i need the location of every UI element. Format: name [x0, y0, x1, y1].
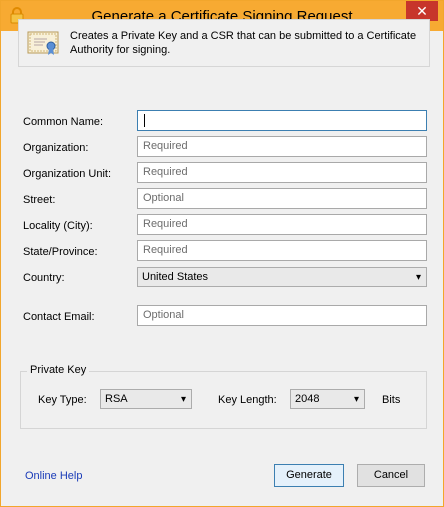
locality-placeholder: Required: [143, 218, 188, 230]
contact-email-input[interactable]: Optional: [137, 305, 427, 326]
street-placeholder: Optional: [143, 192, 184, 204]
common-name-input[interactable]: [137, 110, 427, 131]
close-button[interactable]: ✕: [406, 1, 438, 21]
csr-dialog: Generate a Certificate Signing Request ✕…: [0, 0, 444, 507]
contact-email-placeholder: Optional: [143, 309, 184, 321]
private-key-group-label: Private Key: [27, 364, 90, 376]
banner-description: Creates a Private Key and a CSR that can…: [70, 30, 417, 56]
locality-label: Locality (City):: [23, 220, 93, 232]
certificate-icon: [27, 31, 59, 55]
key-length-label: Key Length:: [218, 394, 277, 406]
chevron-down-icon: ▾: [353, 394, 359, 405]
country-select[interactable]: United States ▾: [137, 267, 427, 287]
key-type-select[interactable]: RSA ▾: [100, 389, 192, 409]
generate-button[interactable]: Generate: [274, 464, 344, 487]
info-banner: Creates a Private Key and a CSR that can…: [18, 19, 430, 67]
key-type-label: Key Type:: [38, 394, 87, 406]
organization-unit-label: Organization Unit:: [23, 168, 112, 180]
cancel-button[interactable]: Cancel: [357, 464, 425, 487]
close-icon: ✕: [416, 3, 428, 19]
organization-unit-input[interactable]: Required: [137, 162, 427, 183]
organization-unit-placeholder: Required: [143, 166, 188, 178]
locality-input[interactable]: Required: [137, 214, 427, 235]
organization-label: Organization:: [23, 142, 89, 154]
key-type-value: RSA: [105, 393, 128, 405]
chevron-down-icon: ▾: [180, 394, 186, 405]
state-placeholder: Required: [143, 244, 188, 256]
street-input[interactable]: Optional: [137, 188, 427, 209]
common-name-label: Common Name:: [23, 116, 104, 128]
state-input[interactable]: Required: [137, 240, 427, 261]
online-help-link[interactable]: Online Help: [25, 470, 82, 482]
organization-placeholder: Required: [143, 140, 188, 152]
contact-email-label: Contact Email:: [23, 311, 95, 323]
street-label: Street:: [23, 194, 56, 206]
organization-input[interactable]: Required: [137, 136, 427, 157]
country-label: Country:: [23, 272, 65, 284]
text-caret: [144, 114, 145, 127]
key-length-value: 2048: [295, 393, 320, 405]
key-length-select[interactable]: 2048 ▾: [290, 389, 365, 409]
bits-label: Bits: [382, 394, 401, 406]
country-value: United States: [142, 271, 209, 283]
state-label: State/Province:: [23, 246, 98, 258]
chevron-down-icon: ▾: [415, 272, 421, 283]
